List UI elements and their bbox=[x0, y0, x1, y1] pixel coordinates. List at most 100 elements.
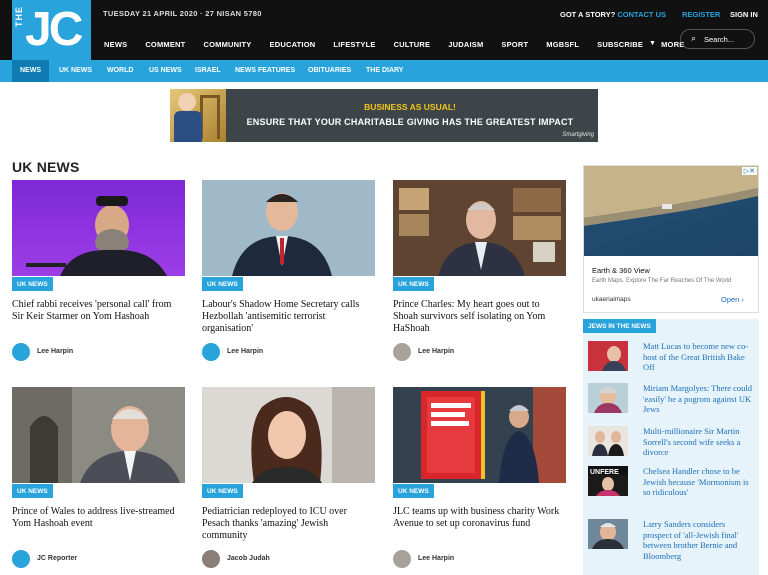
search-placeholder: Search... bbox=[704, 35, 735, 44]
prince-of-wales-photo bbox=[12, 387, 180, 483]
jc-reporter-avatar bbox=[12, 550, 30, 568]
author-avatar bbox=[393, 343, 411, 361]
news-thumbnail[interactable] bbox=[588, 383, 628, 413]
nav-judaism[interactable]: JUDAISM bbox=[448, 40, 483, 49]
author-name: Jacob Judah bbox=[227, 555, 270, 562]
news-thumbnail[interactable] bbox=[588, 519, 628, 549]
coronavirus-sign-photo bbox=[393, 387, 566, 483]
ad-domain: ukaerialmaps bbox=[592, 296, 631, 303]
author-name: Lee Harpin bbox=[37, 348, 74, 355]
author-avatar bbox=[202, 550, 220, 568]
pediatrician-photo bbox=[251, 387, 375, 483]
article-image[interactable] bbox=[393, 180, 566, 276]
category-tag[interactable]: UK NEWS bbox=[12, 484, 53, 498]
sub-nav: NEWS UK NEWS WORLD US NEWS ISRAEL NEWS F… bbox=[0, 60, 768, 82]
nav-sport[interactable]: SPORT bbox=[501, 40, 528, 49]
ad-photo bbox=[170, 89, 226, 142]
ad-headline: BUSINESS AS USUAL! bbox=[364, 102, 456, 112]
category-tag[interactable]: UK NEWS bbox=[202, 484, 243, 498]
subnav-us-news[interactable]: US NEWS bbox=[149, 67, 182, 74]
jc-logo[interactable]: THE JC bbox=[12, 0, 91, 60]
sign-in-link[interactable]: SIGN IN bbox=[730, 10, 758, 19]
chelsea-handler-photo: UNFERE bbox=[588, 466, 628, 496]
ad-open-button[interactable]: Open › bbox=[721, 295, 744, 304]
news-headline[interactable]: Matt Lucas to become new co-host of the … bbox=[643, 341, 755, 373]
nav-community[interactable]: COMMUNITY bbox=[203, 40, 251, 49]
article-headline[interactable]: Prince of Wales to address live-streamed… bbox=[12, 506, 185, 530]
aerial-map-image: ▷✕ bbox=[584, 166, 758, 256]
article-image[interactable] bbox=[202, 387, 375, 483]
article-headline[interactable]: JLC teams up with business charity Work … bbox=[393, 506, 566, 530]
contact-us-link[interactable]: CONTACT US bbox=[617, 10, 666, 19]
news-headline[interactable]: Larry Sanders considers prospect of 'all… bbox=[643, 519, 755, 561]
category-tag[interactable]: UK NEWS bbox=[202, 277, 243, 291]
subnav-obituaries[interactable]: OBITUARIES bbox=[308, 67, 351, 74]
subnav-uk-news[interactable]: UK NEWS bbox=[59, 67, 92, 74]
child-shape bbox=[174, 111, 202, 142]
article-image[interactable] bbox=[202, 180, 375, 276]
category-tag[interactable]: UK NEWS bbox=[12, 277, 53, 291]
news-headline[interactable]: Multi-millionaire Sir Martin Sorrell's s… bbox=[643, 426, 755, 458]
news-headline[interactable]: Chelsea Handler chose to be Jewish becau… bbox=[643, 466, 755, 498]
author-name: Lee Harpin bbox=[227, 348, 264, 355]
author-name: Lee Harpin bbox=[418, 555, 455, 562]
author-name: JC Reporter bbox=[37, 555, 78, 562]
subnav-news-features[interactable]: NEWS FEATURES bbox=[235, 67, 295, 74]
news-thumbnail[interactable] bbox=[588, 426, 628, 456]
ad-description: Earth Maps. Explore The Far Reaches Of T… bbox=[592, 278, 732, 284]
smartgiving-banner-ad[interactable]: BUSINESS AS USUAL! ENSURE THAT YOUR CHAR… bbox=[170, 89, 598, 142]
chair-shape bbox=[200, 95, 220, 139]
header-date: TUESDAY 21 APRIL 2020 · 27 NISAN 5780 bbox=[103, 9, 262, 18]
nav-news[interactable]: NEWS bbox=[104, 40, 127, 49]
article-headline[interactable]: Pediatrician redeployed to ICU over Pesa… bbox=[202, 506, 375, 542]
article-image[interactable] bbox=[12, 180, 185, 276]
article-image[interactable] bbox=[393, 387, 566, 483]
article-headline[interactable]: Chief rabbi receives 'personal call' fro… bbox=[12, 299, 185, 323]
child-head-shape bbox=[178, 93, 196, 111]
ad-subline: ENSURE THAT YOUR CHARITABLE GIVING HAS T… bbox=[246, 117, 574, 127]
subnav-world[interactable]: WORLD bbox=[107, 67, 133, 74]
author-avatar bbox=[202, 343, 220, 361]
nav-subscribe[interactable]: SUBSCRIBE bbox=[597, 40, 643, 49]
subnav-israel[interactable]: ISRAEL bbox=[195, 67, 221, 74]
news-thumbnail[interactable]: UNFERE bbox=[588, 466, 628, 496]
martin-sorrell-photo bbox=[592, 431, 624, 456]
story-label: GOT A STORY? bbox=[560, 10, 616, 19]
nav-mgbsfl[interactable]: MGBSFL bbox=[546, 40, 579, 49]
category-tag[interactable]: UK NEWS bbox=[393, 277, 434, 291]
search-icon: ⌕ bbox=[691, 33, 697, 43]
miriam-margolyes-photo bbox=[594, 387, 622, 413]
article-image[interactable] bbox=[12, 387, 185, 483]
larry-sanders-photo bbox=[592, 523, 624, 549]
nav-comment[interactable]: COMMENT bbox=[145, 40, 185, 49]
logo-the-text: THE bbox=[14, 6, 24, 27]
subnav-the-diary[interactable]: THE DIARY bbox=[366, 67, 403, 74]
panel-title: JEWS IN THE NEWS bbox=[583, 319, 656, 333]
article-headline[interactable]: Labour's Shadow Home Secretary calls Hez… bbox=[202, 299, 375, 335]
news-headline[interactable]: Miriam Margolyes: There could 'easily' b… bbox=[643, 383, 755, 415]
article-headline[interactable]: Prince Charles: My heart goes out to Sho… bbox=[393, 299, 566, 335]
author-avatar bbox=[12, 343, 30, 361]
author-avatar bbox=[393, 550, 411, 568]
sidebar-ad[interactable]: ▷✕ Earth & 360 View Earth Maps. Explore … bbox=[583, 165, 759, 313]
jews-in-the-news-panel: JEWS IN THE NEWS Matt Lucas to become ne… bbox=[583, 319, 759, 575]
subnav-news[interactable]: NEWS bbox=[12, 60, 49, 82]
chevron-down-icon[interactable]: ▼ bbox=[649, 40, 656, 47]
author-name: Lee Harpin bbox=[418, 348, 455, 355]
chief-rabbi-photo bbox=[26, 196, 167, 276]
register-link[interactable]: REGISTER bbox=[682, 10, 720, 19]
nav-culture[interactable]: CULTURE bbox=[394, 40, 431, 49]
politician-photo bbox=[232, 193, 332, 276]
news-thumbnail[interactable] bbox=[588, 341, 628, 371]
ad-title: Earth & 360 View bbox=[592, 266, 650, 275]
satellite-photo bbox=[584, 166, 758, 226]
ad-choices-icon[interactable]: ▷✕ bbox=[741, 167, 757, 175]
site-header: THE JC TUESDAY 21 APRIL 2020 · 27 NISAN … bbox=[0, 0, 768, 60]
prince-charles-library-photo bbox=[393, 180, 566, 276]
search-input[interactable]: ⌕ Search... bbox=[680, 29, 755, 49]
nav-lifestyle[interactable]: LIFESTYLE bbox=[333, 40, 375, 49]
main-nav: NEWS COMMENT COMMUNITY EDUCATION LIFESTY… bbox=[104, 40, 702, 49]
category-tag[interactable]: UK NEWS bbox=[393, 484, 434, 498]
nav-education[interactable]: EDUCATION bbox=[270, 40, 316, 49]
ad-brand-logo: Smartgiving bbox=[562, 132, 594, 138]
